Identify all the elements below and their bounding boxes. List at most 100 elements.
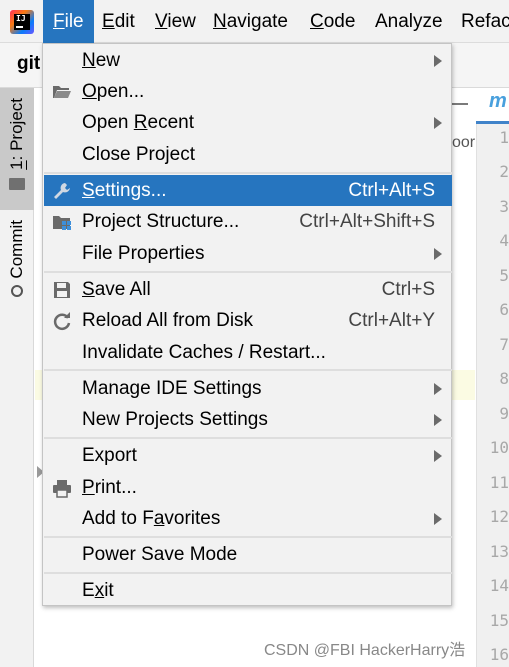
line-number: 16 (489, 645, 509, 664)
menu-item-new-label: New (82, 50, 121, 71)
line-number: 1 (499, 128, 509, 147)
main-menubar: IJ File Edit View Navigate Code Analyze … (0, 0, 509, 43)
menu-item-print-label: Print... (82, 477, 137, 498)
menu-code-mnemonic: C (310, 11, 324, 32)
menu-item-open-label: Open... (82, 81, 145, 102)
line-number: 10 (489, 438, 509, 457)
menu-item-new-projects-settings-label: New Projects Settings (82, 409, 268, 430)
menu-refactor-label: Refac (461, 11, 509, 32)
menu-navigate[interactable]: Navigate (203, 0, 298, 43)
menu-code[interactable]: Code (300, 0, 365, 43)
intellij-idea-logo-icon[interactable]: IJ (10, 10, 34, 34)
menu-item-invalidate-caches[interactable]: Invalidate Caches / Restart... (44, 337, 452, 368)
line-number: 4 (499, 231, 509, 250)
line-number: 3 (499, 197, 509, 216)
line-number: 2 (499, 162, 509, 181)
menu-separator (44, 437, 452, 439)
menu-item-save-all-shortcut: Ctrl+S (381, 279, 435, 300)
menu-item-manage-ide-settings[interactable]: Manage IDE Settings (44, 373, 452, 404)
project-structure-icon (53, 216, 71, 230)
watermark: CSDN @FBI HackerHarry浩 (264, 642, 466, 659)
menu-item-exit-label: Exit (82, 580, 114, 601)
menu-edit[interactable]: Edit (92, 0, 145, 43)
menu-file-label: ile (64, 11, 84, 32)
line-number: 15 (489, 611, 509, 630)
tool-tab-project-label: 1: Project (7, 98, 27, 170)
open-folder-icon (53, 86, 71, 98)
menu-item-open-recent[interactable]: Open Recent (44, 107, 452, 138)
line-number: 11 (489, 473, 509, 492)
line-number: 7 (499, 335, 509, 354)
menu-item-close-project-label: Close Project (82, 144, 195, 165)
menu-item-close-project[interactable]: Close Project (44, 139, 452, 170)
menu-item-open[interactable]: Open... (44, 76, 452, 107)
save-icon (54, 282, 70, 298)
menu-edit-mnemonic: E (102, 11, 115, 32)
menu-separator (44, 172, 452, 174)
commit-icon (11, 284, 23, 297)
line-number: 9 (499, 404, 509, 423)
menu-item-power-save-mode-label: Power Save Mode (82, 544, 238, 565)
submenu-arrow-icon (434, 55, 442, 67)
menu-navigate-mnemonic: N (213, 11, 227, 32)
menu-item-settings-label: Settings... (82, 180, 167, 201)
line-number: 12 (489, 507, 509, 526)
menu-item-project-structure[interactable]: Project Structure... Ctrl+Alt+Shift+S (44, 206, 452, 237)
line-number: 14 (489, 576, 509, 595)
menu-item-reload-all-label: Reload All from Disk (82, 310, 254, 331)
menu-item-settings[interactable]: Settings... Ctrl+Alt+S (44, 175, 452, 206)
menu-separator (44, 536, 452, 538)
menu-item-reload-all-shortcut: Ctrl+Alt+Y (348, 310, 435, 331)
menu-item-project-structure-shortcut: Ctrl+Alt+Shift+S (299, 211, 435, 232)
menu-item-save-all-label: Save All (82, 279, 151, 300)
tool-tab-commit[interactable]: Commit (0, 220, 34, 320)
line-number: 6 (499, 300, 509, 319)
tool-tab-project-text: : Project (7, 98, 26, 161)
menu-view[interactable]: View (145, 0, 206, 43)
menu-navigate-label: avigate (226, 11, 289, 32)
wrench-icon (54, 183, 70, 199)
menu-item-open-recent-label: Open Recent (82, 112, 194, 133)
menu-item-add-to-favorites-label: Add to Favorites (82, 508, 221, 529)
menu-item-file-properties[interactable]: File Properties (44, 238, 452, 269)
menu-code-label: ode (323, 11, 356, 32)
menu-item-file-properties-label: File Properties (82, 243, 205, 264)
submenu-arrow-icon (434, 383, 442, 395)
file-menu-dropdown: New Open... Open Recent Close Project Se… (42, 43, 452, 606)
menu-item-new[interactable]: New (44, 45, 452, 76)
menu-item-export[interactable]: Export (44, 440, 452, 471)
menu-item-exit[interactable]: Exit (44, 575, 452, 606)
menu-item-project-structure-label: Project Structure... (82, 211, 240, 232)
menu-analyze[interactable]: Analyze (365, 0, 453, 43)
menu-item-invalidate-caches-label: Invalidate Caches / Restart... (82, 342, 326, 363)
menu-item-reload-all[interactable]: Reload All from Disk Ctrl+Alt+Y (44, 305, 452, 336)
menu-item-new-projects-settings[interactable]: New Projects Settings (44, 404, 452, 435)
menu-view-mnemonic: V (155, 11, 168, 32)
menu-item-power-save-mode[interactable]: Power Save Mode (44, 539, 452, 570)
tool-tab-project[interactable]: 1: Project (0, 88, 34, 210)
editor-gutter: 1 2 3 4 5 6 7 8 9 10 11 12 13 14 15 16 (476, 124, 509, 667)
menu-item-add-to-favorites[interactable]: Add to Favorites (44, 503, 452, 534)
menu-separator (44, 369, 452, 371)
project-name-breadcrumb[interactable]: git (17, 53, 40, 75)
menu-item-print[interactable]: Print... (44, 472, 452, 503)
menu-item-save-all[interactable]: Save All Ctrl+S (44, 274, 452, 305)
editor-tab-label: m (489, 90, 507, 112)
minimize-icon[interactable] (452, 103, 468, 105)
menu-refactor[interactable]: Refac (451, 0, 509, 43)
project-path-fragment: oor (452, 134, 476, 151)
menu-file-mnemonic: F (53, 11, 65, 32)
line-number: 8 (499, 369, 509, 388)
menu-item-settings-shortcut: Ctrl+Alt+S (348, 180, 435, 201)
tool-tab-project-number: 1 (7, 160, 26, 170)
submenu-arrow-icon (434, 513, 442, 525)
menu-file[interactable]: File (43, 0, 94, 43)
folder-icon (9, 177, 25, 190)
submenu-arrow-icon (434, 248, 442, 260)
submenu-arrow-icon (434, 414, 442, 426)
submenu-arrow-icon (434, 117, 442, 129)
line-number: 13 (489, 542, 509, 561)
print-icon (53, 480, 71, 498)
tool-tab-commit-label: Commit (7, 220, 26, 279)
menu-separator (44, 572, 452, 574)
